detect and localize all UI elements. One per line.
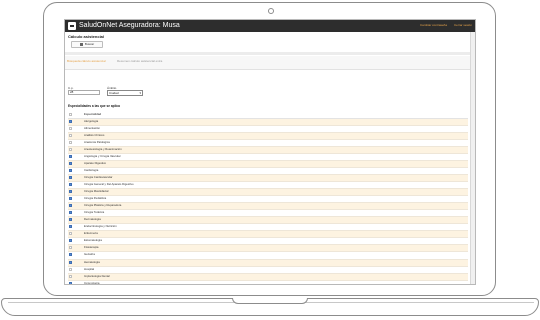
specialty-checkbox[interactable] bbox=[69, 274, 72, 278]
table-row: Enfermería bbox=[68, 231, 468, 239]
table-row: Aparato Digestivo bbox=[68, 160, 468, 168]
specialty-checkbox[interactable] bbox=[69, 246, 72, 250]
specialty-checkbox[interactable] bbox=[69, 225, 72, 229]
specialty-label: Cirugía General y Del Aparato Digestivo bbox=[84, 182, 134, 187]
table-row: Estomatología bbox=[68, 238, 468, 246]
table-row: Cirugía Cardiovascular bbox=[68, 174, 468, 183]
specialty-checkbox[interactable] bbox=[69, 175, 72, 179]
specialty-label: Anestesiología y Reanimación bbox=[84, 146, 122, 151]
table-row: Angiología y Cirugía Vascular bbox=[68, 153, 468, 161]
specialty-checkbox[interactable] bbox=[69, 281, 72, 284]
specialty-label: Cirugía Pediátrica bbox=[84, 196, 107, 201]
specialty-label: Geriatría bbox=[84, 252, 95, 257]
table-row: Hematología bbox=[68, 259, 468, 267]
specialty-checkbox[interactable] bbox=[69, 140, 72, 144]
specialty-checkbox[interactable] bbox=[69, 154, 72, 158]
specialty-label: Alimentación bbox=[84, 125, 101, 130]
table-row: Anestesiología y Reanimación bbox=[68, 146, 468, 154]
specialty-label: Cirugía Maxilofacial bbox=[84, 189, 109, 194]
specialty-checkbox[interactable] bbox=[69, 190, 72, 194]
table-row: Geriatría bbox=[68, 252, 468, 260]
app-header: SaludOnNet Aseguradora: Musa Cambiar con… bbox=[65, 20, 475, 32]
table-row: Endocrinología y Nutrición bbox=[68, 224, 468, 232]
section-title: Especialidades a las que se aplica bbox=[68, 104, 120, 108]
specialty-label: Hospital bbox=[84, 266, 95, 271]
tab-busqueda[interactable]: Búsqueda cálculo asistencial bbox=[67, 59, 106, 63]
page-title: Cálculo asistencial bbox=[68, 34, 105, 39]
laptop-notch bbox=[232, 298, 308, 304]
specialty-label: Cardiología bbox=[84, 167, 99, 172]
logout-link[interactable]: Cerrar sesión bbox=[454, 23, 472, 27]
table-row: Inmunología bbox=[68, 280, 468, 285]
specialty-checkbox[interactable] bbox=[69, 267, 72, 271]
specialty-label: Inmunología bbox=[84, 280, 100, 285]
specialty-checkbox[interactable] bbox=[69, 204, 72, 208]
specialty-label: Análisis Clínicos bbox=[84, 132, 105, 137]
table-row: Análisis Clínicos bbox=[68, 132, 468, 140]
specialty-label: Enfermería bbox=[84, 231, 98, 236]
select-all-checkbox[interactable] bbox=[69, 113, 72, 116]
specialty-label: Cirugía Plástica y Reparadora bbox=[84, 203, 122, 208]
specialty-checkbox[interactable] bbox=[69, 197, 72, 201]
table-row: Dermatología bbox=[68, 217, 468, 225]
chevron-down-icon: ▾ bbox=[139, 91, 141, 95]
cp-input[interactable]: 28 bbox=[68, 90, 100, 95]
specialty-checkbox[interactable] bbox=[69, 119, 72, 123]
specialty-label: Cirugía Cardiovascular bbox=[84, 174, 113, 179]
scope-select[interactable]: Ciudad ▾ bbox=[107, 90, 143, 96]
specialty-label: Cirugía Torácica bbox=[84, 210, 105, 215]
specialty-checkbox[interactable] bbox=[69, 183, 72, 187]
table-row: Alergología bbox=[68, 118, 468, 126]
specialty-label: Implantología Dental bbox=[84, 273, 110, 278]
specialty-checkbox[interactable] bbox=[69, 239, 72, 243]
table-row: Cirugía Torácica bbox=[68, 210, 468, 218]
specialty-checkbox[interactable] bbox=[69, 133, 72, 137]
specialty-label: Endocrinología y Nutrición bbox=[84, 224, 117, 229]
search-button-label: Buscar bbox=[84, 42, 95, 46]
specialty-checkbox[interactable] bbox=[69, 168, 72, 172]
specialty-checkbox[interactable] bbox=[69, 260, 72, 264]
table-row: Anatomía Patológica bbox=[68, 139, 468, 147]
table-row: Cirugía Pediátrica bbox=[68, 196, 468, 204]
table-row: Hospital bbox=[68, 266, 468, 274]
specialty-checkbox[interactable] bbox=[69, 211, 72, 215]
specialty-checkbox[interactable] bbox=[69, 147, 72, 151]
specialties-table: Especialidad Alergología Alimentación Anál… bbox=[68, 112, 468, 285]
change-password-link[interactable]: Cambiar contraseña bbox=[420, 23, 447, 27]
search-button[interactable]: Buscar bbox=[71, 41, 103, 48]
app-logo-icon bbox=[68, 22, 76, 30]
table-row: Cirugía General y Del Aparato Digestivo bbox=[68, 182, 468, 190]
specialty-checkbox[interactable] bbox=[69, 161, 72, 165]
camera-icon bbox=[268, 8, 274, 14]
specialty-label: Estomatología bbox=[84, 238, 102, 243]
specialty-label: Hematología bbox=[84, 259, 100, 264]
table-row: Alimentación bbox=[68, 125, 468, 133]
divider bbox=[65, 52, 470, 55]
tab-strip: Búsqueda cálculo asistencial Resumen cál… bbox=[65, 56, 470, 70]
table-row: Cirugía Maxilofacial bbox=[68, 189, 468, 197]
screen: SaludOnNet Aseguradora: Musa Cambiar con… bbox=[64, 19, 476, 285]
specialty-checkbox[interactable] bbox=[69, 218, 72, 222]
specialty-checkbox[interactable] bbox=[69, 232, 72, 236]
specialty-label: Fisioterapia bbox=[84, 245, 99, 250]
table-row: Cirugía Plástica y Reparadora bbox=[68, 203, 468, 211]
specialty-label: Aparato Digestivo bbox=[84, 160, 107, 165]
table-row: Implantología Dental bbox=[68, 273, 468, 281]
tab-resumen[interactable]: Resumen cálculo asistencial extra bbox=[117, 59, 162, 63]
specialty-label: Dermatología bbox=[84, 217, 101, 222]
scrollbar[interactable] bbox=[470, 32, 475, 284]
main-content: Cálculo asistencial Buscar Búsqueda cálc… bbox=[65, 32, 470, 285]
specialty-label: Anatomía Patológica bbox=[84, 139, 110, 144]
specialty-label: Alergología bbox=[84, 118, 99, 123]
table-row: Cardiología bbox=[68, 167, 468, 175]
table-header: Especialidad bbox=[68, 112, 468, 119]
table-row: Fisioterapia bbox=[68, 245, 468, 253]
specialty-checkbox[interactable] bbox=[69, 253, 72, 257]
search-icon bbox=[79, 42, 83, 46]
header-specialty: Especialidad bbox=[84, 112, 102, 116]
app-title: SaludOnNet Aseguradora: Musa bbox=[79, 22, 180, 29]
scope-select-value: Ciudad bbox=[109, 91, 119, 95]
specialty-checkbox[interactable] bbox=[69, 126, 72, 130]
specialty-label: Angiología y Cirugía Vascular bbox=[84, 153, 121, 158]
